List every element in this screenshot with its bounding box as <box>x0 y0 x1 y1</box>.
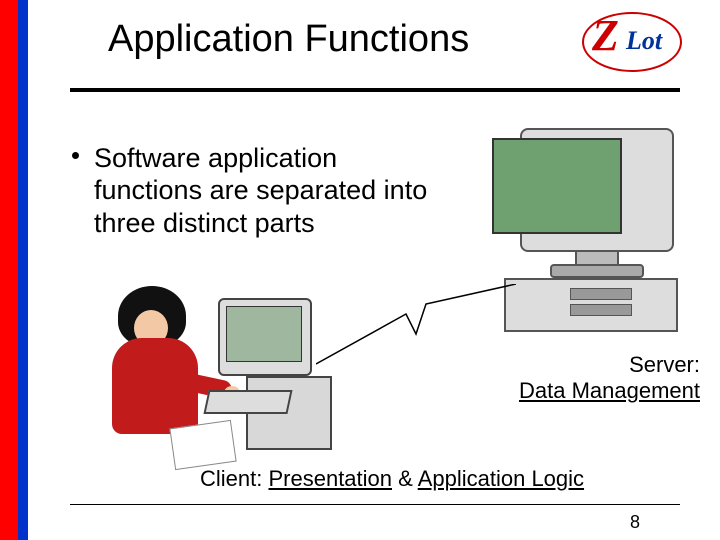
server-computer-icon <box>480 128 690 348</box>
server-caption-line1: Server: <box>629 352 700 377</box>
logo-text-lot: Lot <box>626 26 662 56</box>
client-user-icon <box>90 280 350 470</box>
logo-letter-z: Z <box>592 10 617 61</box>
side-stripe-blue <box>18 0 28 540</box>
client-caption: Client: Presentation & Application Logic <box>200 466 584 492</box>
slide-title: Application Functions <box>108 18 469 61</box>
server-base-icon <box>550 264 644 278</box>
paper-icon <box>169 420 236 470</box>
client-caption-amp: & <box>392 466 418 491</box>
footer-divider <box>70 504 680 505</box>
page-number: 8 <box>630 512 640 533</box>
bullet-text: Software application functions are separ… <box>94 142 432 239</box>
server-caption: Server: Data Management <box>500 352 700 404</box>
client-caption-part1: Presentation <box>268 466 392 491</box>
client-keyboard-icon <box>203 390 292 414</box>
client-caption-part2: Application Logic <box>418 466 584 491</box>
side-stripe-red <box>0 0 18 540</box>
bullet-dot-icon <box>72 152 79 159</box>
title-underline <box>70 88 680 92</box>
server-drive2-icon <box>570 304 632 316</box>
client-caption-prefix: Client: <box>200 466 268 491</box>
server-drive1-icon <box>570 288 632 300</box>
client-screen-icon <box>226 306 302 362</box>
server-caption-line2: Data Management <box>519 378 700 403</box>
bullet-item: Software application functions are separ… <box>72 142 432 239</box>
server-screen-icon <box>492 138 622 234</box>
zlot-logo: Z Lot <box>582 12 690 70</box>
